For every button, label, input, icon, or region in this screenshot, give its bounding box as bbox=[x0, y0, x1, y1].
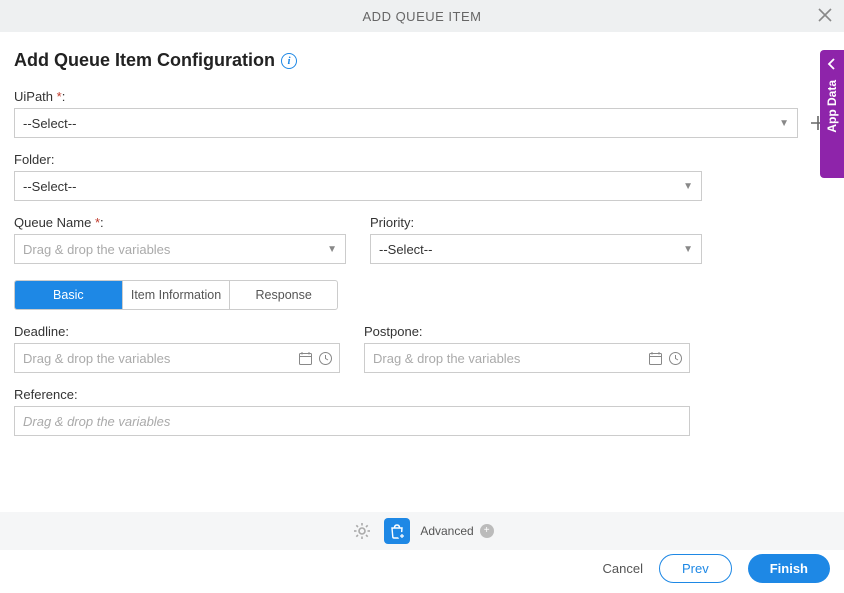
queue-name-label: Queue Name *: bbox=[14, 215, 346, 230]
tab-basic[interactable]: Basic bbox=[15, 281, 123, 309]
chevron-down-icon: ▼ bbox=[683, 244, 693, 255]
queue-name-input[interactable]: Drag & drop the variables ▼ bbox=[14, 234, 346, 264]
calendar-icon[interactable] bbox=[297, 350, 313, 366]
chevron-down-icon: ▼ bbox=[683, 181, 693, 192]
tab-response[interactable]: Response bbox=[230, 281, 337, 309]
bag-plus-icon bbox=[388, 522, 406, 540]
postpone-label: Postpone: bbox=[364, 324, 690, 339]
clock-icon[interactable] bbox=[317, 350, 333, 366]
footer-toolbar: Advanced + bbox=[0, 512, 844, 550]
clock-icon[interactable] bbox=[667, 350, 683, 366]
prev-button[interactable]: Prev bbox=[659, 554, 732, 583]
folder-select[interactable]: --Select-- ▼ bbox=[14, 171, 702, 201]
deadline-label: Deadline: bbox=[14, 324, 340, 339]
advanced-label: Advanced bbox=[420, 524, 473, 538]
calendar-icon[interactable] bbox=[647, 350, 663, 366]
cancel-button[interactable]: Cancel bbox=[603, 561, 643, 576]
queue-name-placeholder: Drag & drop the variables bbox=[23, 242, 170, 257]
reference-input[interactable]: Drag & drop the variables bbox=[14, 406, 690, 436]
plus-circle-icon: + bbox=[480, 524, 494, 538]
app-data-panel-label: App Data bbox=[825, 80, 839, 133]
chevron-down-icon: ▼ bbox=[327, 244, 337, 255]
modal-title: ADD QUEUE ITEM bbox=[363, 9, 482, 24]
postpone-placeholder: Drag & drop the variables bbox=[373, 351, 643, 366]
app-data-panel-toggle[interactable]: App Data bbox=[820, 50, 844, 178]
modal-header: ADD QUEUE ITEM bbox=[0, 0, 844, 32]
chevron-left-icon bbox=[827, 58, 837, 70]
postpone-input[interactable]: Drag & drop the variables bbox=[364, 343, 690, 373]
finish-button[interactable]: Finish bbox=[748, 554, 830, 583]
uipath-select[interactable]: --Select-- ▼ bbox=[14, 108, 798, 138]
page-title: Add Queue Item Configuration bbox=[14, 50, 275, 71]
advanced-button[interactable]: Advanced + bbox=[420, 524, 493, 538]
tab-item-information[interactable]: Item Information bbox=[123, 281, 231, 309]
settings-button[interactable] bbox=[350, 519, 374, 543]
info-icon[interactable]: i bbox=[281, 53, 297, 69]
deadline-input[interactable]: Drag & drop the variables bbox=[14, 343, 340, 373]
reference-placeholder: Drag & drop the variables bbox=[23, 414, 170, 429]
chevron-down-icon: ▼ bbox=[779, 118, 789, 129]
close-button[interactable] bbox=[814, 4, 836, 26]
uipath-select-value: --Select-- bbox=[23, 116, 76, 131]
folder-label: Folder: bbox=[14, 152, 830, 167]
reference-label: Reference: bbox=[14, 387, 690, 402]
action-bag-button[interactable] bbox=[384, 518, 410, 544]
priority-select[interactable]: --Select-- ▼ bbox=[370, 234, 702, 264]
deadline-placeholder: Drag & drop the variables bbox=[23, 351, 293, 366]
priority-label: Priority: bbox=[370, 215, 702, 230]
uipath-label: UiPath *: bbox=[14, 89, 830, 104]
folder-select-value: --Select-- bbox=[23, 179, 76, 194]
priority-select-value: --Select-- bbox=[379, 242, 432, 257]
gear-icon bbox=[352, 521, 372, 541]
close-icon bbox=[818, 8, 832, 22]
action-buttons: Cancel Prev Finish bbox=[603, 554, 830, 583]
page-title-row: Add Queue Item Configuration i bbox=[14, 50, 830, 71]
tab-group: Basic Item Information Response bbox=[14, 280, 338, 310]
